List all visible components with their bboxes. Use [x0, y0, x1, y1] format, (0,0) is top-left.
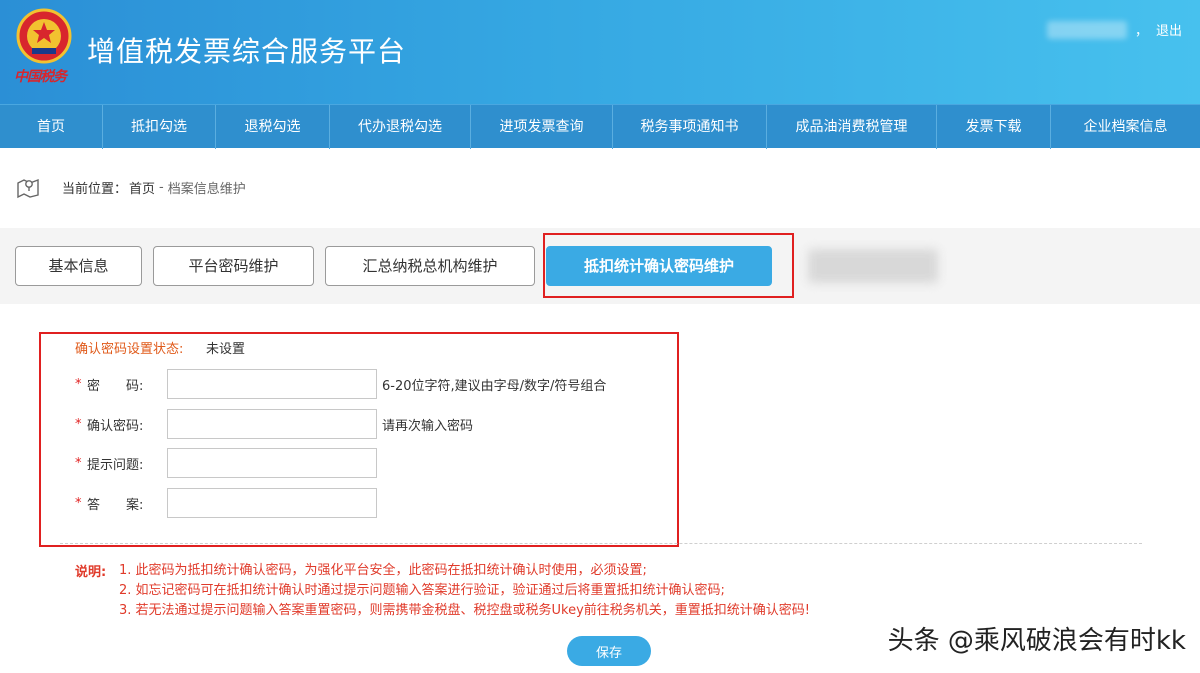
blurred-tab: [808, 249, 938, 283]
header-bar: 中国税务 增值税发票综合服务平台 ， 退出: [0, 0, 1200, 104]
hint-question-row: * 提示问题:: [75, 448, 377, 478]
password-input[interactable]: [167, 369, 377, 399]
nav-item-deduction-select[interactable]: 抵扣勾选: [103, 105, 216, 149]
confirm-password-label: 确认密码:: [87, 418, 144, 434]
notes-label: 说明:: [75, 565, 107, 580]
answer-label: 答 案:: [87, 497, 144, 513]
tab-bar: 基本信息 平台密码维护 汇总纳税总机构维护 抵扣统计确认密码维护: [0, 228, 1200, 304]
required-mark: *: [75, 495, 82, 511]
password-hint: 6-20位字符,建议由字母/数字/符号组合: [382, 378, 607, 394]
password-label: 密 码:: [87, 378, 144, 394]
nav-item-input-invoice-query[interactable]: 进项发票查询: [471, 105, 613, 149]
hint-question-input[interactable]: [167, 448, 377, 478]
confirm-password-row: * 确认密码: 请再次输入密码: [75, 409, 473, 439]
required-mark: *: [75, 455, 82, 471]
tab-basic-info[interactable]: 基本信息: [15, 246, 142, 286]
tab-platform-password[interactable]: 平台密码维护: [153, 246, 314, 286]
confirm-password-hint: 请再次输入密码: [382, 418, 474, 434]
nav-item-oil-tax-management[interactable]: 成品油消费税管理: [767, 105, 937, 149]
note-line-3: 3. 若无法通过提示问题输入答案重置密码，则需携带金税盘、税控盘或税务Ukey前…: [119, 603, 811, 618]
site-title: 增值税发票综合服务平台: [87, 35, 407, 68]
nav-item-tax-notice[interactable]: 税务事项通知书: [613, 105, 767, 149]
status-label: 确认密码设置状态:: [75, 342, 184, 357]
save-button[interactable]: 保存: [567, 636, 651, 666]
nav-item-home[interactable]: 首页: [0, 105, 103, 149]
user-separator: ，: [1134, 24, 1148, 39]
logout-link[interactable]: 退出: [1156, 20, 1182, 39]
national-emblem-icon: [16, 8, 72, 64]
required-mark: *: [75, 376, 82, 392]
confirm-password-input[interactable]: [167, 409, 377, 439]
main-nav: 首页 抵扣勾选 退税勾选 代办退税勾选 进项发票查询 税务事项通知书 成品油消费…: [0, 104, 1200, 149]
note-line-2: 2. 如忘记密码可在抵扣统计确认时通过提示问题输入答案进行验证，验证通过后将重置…: [119, 583, 725, 598]
breadcrumb-current: 档案信息维护: [167, 181, 246, 197]
answer-input[interactable]: [167, 488, 377, 518]
breadcrumb: 当前位置： 首页 - 档案信息维护: [16, 175, 246, 199]
emblem-caption: 中国税务: [14, 69, 67, 85]
watermark-text: 头条 @乘风破浪会有时kk: [887, 626, 1186, 656]
nav-item-company-archive[interactable]: 企业档案信息: [1051, 105, 1200, 149]
password-row: * 密 码: 6-20位字符,建议由字母/数字/符号组合: [75, 369, 606, 399]
section-divider: [60, 543, 1142, 544]
answer-row: * 答 案:: [75, 488, 377, 518]
password-status-row: 确认密码设置状态: 未设置: [75, 338, 245, 357]
map-location-icon: [17, 178, 39, 199]
breadcrumb-home[interactable]: 首页: [129, 178, 155, 197]
hint-question-label: 提示问题:: [87, 457, 144, 473]
tab-deduction-confirm-password[interactable]: 抵扣统计确认密码维护: [546, 246, 772, 286]
nav-item-agency-refund-select[interactable]: 代办退税勾选: [330, 105, 471, 149]
tab-head-office[interactable]: 汇总纳税总机构维护: [325, 246, 535, 286]
breadcrumb-separator: -: [159, 179, 164, 195]
nav-item-refund-select[interactable]: 退税勾选: [216, 105, 330, 149]
nav-item-invoice-download[interactable]: 发票下载: [937, 105, 1051, 149]
blurred-username: [1046, 20, 1127, 39]
status-value: 未设置: [206, 342, 246, 357]
user-area: ， 退出: [1046, 20, 1182, 39]
required-mark: *: [75, 416, 82, 432]
note-line-1: 1. 此密码为抵扣统计确认密码，为强化平台安全，此密码在抵扣统计确认时使用，必须…: [119, 563, 647, 578]
breadcrumb-prefix: 当前位置：: [62, 181, 128, 197]
